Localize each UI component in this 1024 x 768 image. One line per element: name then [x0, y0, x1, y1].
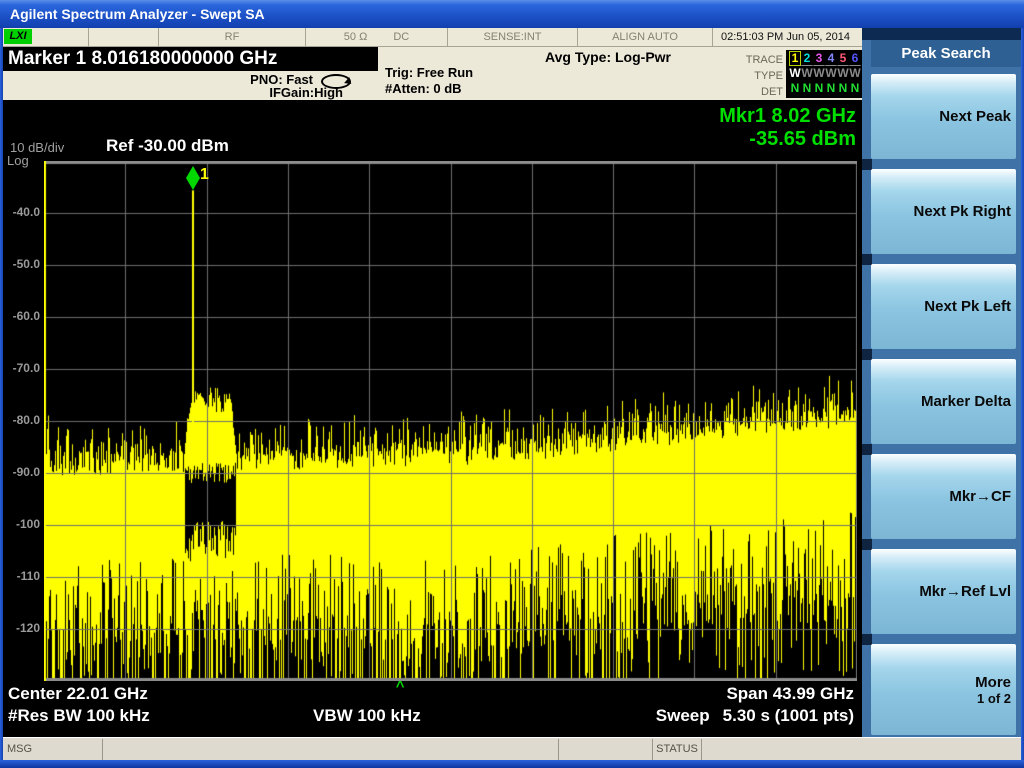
- softkey-mkr-cf[interactable]: Mkr→CF: [871, 454, 1016, 539]
- y-axis-tick-label: -120: [3, 621, 40, 635]
- status-cell: 02:51:03 PM Jun 05, 2014: [712, 28, 858, 46]
- trace-number: 2: [801, 52, 813, 65]
- spectrum-display: 10 dB/div Log Ref -30.00 dBm Mkr1 8.02 G…: [3, 100, 862, 737]
- marker-amplitude-readout: Mkr1 8.02 GHz -35.65 dBm: [719, 105, 856, 151]
- analyzer-window: Agilent Spectrum Analyzer - Swept SA LXI…: [0, 0, 1024, 768]
- trace-type: W: [789, 67, 801, 80]
- softkey-menu-title: Peak Search: [871, 40, 1021, 67]
- status-cell: SENSE:INT: [447, 28, 577, 46]
- trace-types-row: WWWWWW: [786, 66, 863, 81]
- log-scale-label: Log: [7, 153, 29, 168]
- window-border-bottom: [0, 760, 1024, 768]
- status-cell: RF: [158, 28, 305, 46]
- marker-level-line: -35.65 dBm: [719, 128, 856, 151]
- trace-type: W: [837, 67, 849, 80]
- sweep-position-caret: ^: [393, 678, 407, 695]
- trace-type: W: [801, 67, 813, 80]
- msg-field: MSG: [3, 739, 103, 760]
- vbw-label: VBW 100 kHz: [313, 706, 421, 726]
- trace-number: 3: [813, 52, 825, 65]
- y-axis-tick-label: -100: [3, 517, 40, 531]
- y-axis-tick-label: -110: [3, 569, 40, 583]
- trace-detector: N: [825, 82, 837, 95]
- y-axis-tick-label: -60.0: [3, 309, 40, 323]
- status-cell-label: DC: [393, 29, 409, 46]
- trace-detector: N: [849, 82, 861, 95]
- trace-row-label: DET: [703, 84, 783, 100]
- avg-type: Avg Type: Log-Pwr: [545, 49, 671, 65]
- instrument-status-bar: LXI RF 50 Ω DC SENSE:INTALIGN AUTO02:51:03 …: [3, 28, 862, 47]
- trace-row-labels: TRACETYPEDET: [703, 52, 783, 100]
- trace-number: 5: [837, 52, 849, 65]
- trace-status-box: 123456WWWWWWNNNNNN: [786, 50, 863, 98]
- res-bw-label: #Res BW 100 kHz: [8, 706, 150, 726]
- window-titlebar: Agilent Spectrum Analyzer - Swept SA: [0, 0, 1024, 28]
- message-bar: MSG STATUS: [3, 737, 1021, 760]
- trace-numbers-row: 123456: [786, 51, 863, 66]
- trace-number: 6: [849, 52, 861, 65]
- softkey-marker-delta[interactable]: Marker Delta: [871, 359, 1016, 444]
- ifgain-mode: IFGain:High: [183, 85, 343, 100]
- window-border-left: [0, 28, 3, 760]
- window-title: Agilent Spectrum Analyzer - Swept SA: [10, 6, 265, 22]
- trace-detector: N: [813, 82, 825, 95]
- trace-dets-row: NNNNNN: [786, 81, 863, 96]
- trace-type: W: [813, 67, 825, 80]
- status-cell: 50 Ω DC: [305, 28, 447, 46]
- attenuation-setting: #Atten: 0 dB: [385, 81, 462, 96]
- ref-level-label: Ref -30.00 dBm: [106, 136, 229, 156]
- trace-row-label: TRACE: [703, 52, 783, 68]
- softkey-label: Next Peak: [939, 108, 1011, 125]
- y-axis-tick-label: -70.0: [3, 361, 40, 375]
- span-label: Span 43.99 GHz: [726, 684, 854, 704]
- softkey-label: Mkr→Ref Lvl: [919, 583, 1011, 600]
- status-field: STATUS: [652, 739, 702, 760]
- y-axis-tick-label: -90.0: [3, 465, 40, 479]
- spectrum-plot-canvas: [44, 161, 857, 681]
- trace-type: W: [825, 67, 837, 80]
- marker1-diamond-icon: [185, 166, 201, 190]
- status-cells: RF 50 Ω DC SENSE:INTALIGN AUTO02:51:03 PM J…: [88, 28, 858, 46]
- trace-number: 1: [789, 51, 801, 66]
- trigger-mode: Trig: Free Run: [385, 65, 473, 80]
- measurement-bar: Marker 1 8.016180000000 GHz PNO: Fast IF…: [3, 47, 862, 100]
- status-cell: ALIGN AUTO: [577, 28, 712, 46]
- softkey-label: Marker Delta: [921, 393, 1011, 410]
- y-axis-tick-label: -50.0: [3, 257, 40, 271]
- trace-row-label: TYPE: [703, 68, 783, 84]
- marker-freq-line: Mkr1 8.02 GHz: [719, 105, 856, 128]
- softkey-more[interactable]: More1 of 2: [871, 644, 1016, 735]
- softkey-panel: Peak Search Next Peak Next Pk Right Next P…: [862, 28, 1021, 737]
- softkey-label: Next Pk Right: [913, 203, 1011, 220]
- trace-detector: N: [837, 82, 849, 95]
- softkey-mkr-ref-lvl[interactable]: Mkr→Ref Lvl: [871, 549, 1016, 634]
- softkey-sub-label: 1 of 2: [977, 691, 1011, 706]
- status-cell-label: 50 Ω: [344, 29, 368, 46]
- trace-detector: N: [789, 82, 801, 95]
- softkey-next-pk-right[interactable]: Next Pk Right: [871, 169, 1016, 254]
- softkey-label: Next Pk Left: [924, 298, 1011, 315]
- trace-type: W: [849, 67, 861, 80]
- softkey-label: More: [975, 674, 1011, 691]
- sweep-value: 5.30 s (1001 pts): [723, 706, 854, 726]
- marker1-number-label: 1: [200, 166, 209, 184]
- softkey-next-peak[interactable]: Next Peak: [871, 74, 1016, 159]
- softkey-panel-top: [862, 28, 1021, 40]
- msgbar-divider: [558, 739, 559, 760]
- y-axis-tick-label: -80.0: [3, 413, 40, 427]
- y-axis-tick-label: -40.0: [3, 205, 40, 219]
- center-frequency-label: Center 22.01 GHz: [8, 684, 148, 704]
- trace-detector: N: [801, 82, 813, 95]
- marker-frequency-readout: Marker 1 8.016180000000 GHz: [3, 47, 378, 71]
- sweep-label: Sweep 5.30 s (1001 pts): [656, 706, 854, 726]
- sweep-word: Sweep: [656, 706, 710, 726]
- status-cell: [88, 28, 158, 46]
- lxi-badge: LXI: [4, 29, 32, 44]
- trace-number: 4: [825, 52, 837, 65]
- softkey-label: Mkr→CF: [949, 488, 1011, 505]
- softkey-next-pk-left[interactable]: Next Pk Left: [871, 264, 1016, 349]
